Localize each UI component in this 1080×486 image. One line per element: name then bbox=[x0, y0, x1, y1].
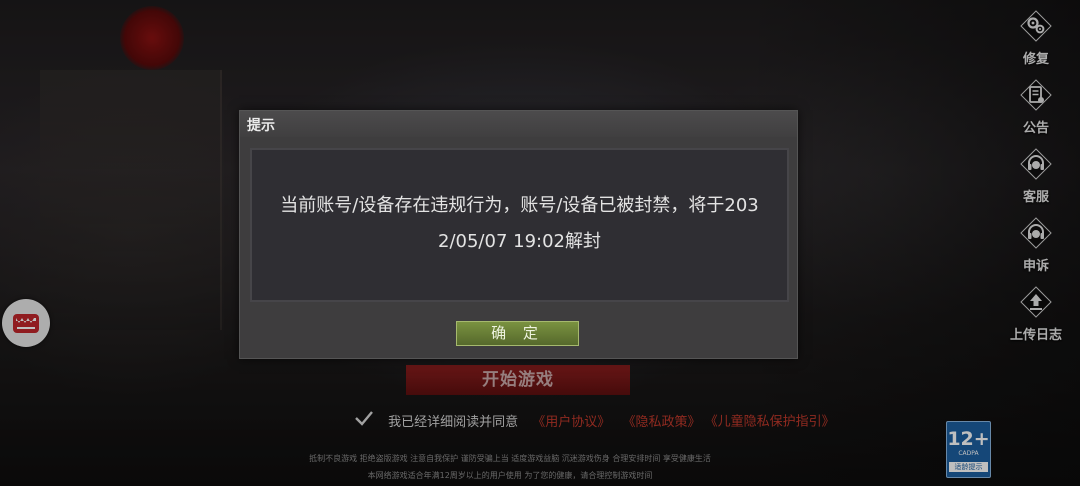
ban-notice-dialog: 提示 当前账号/设备存在违规行为，账号/设备已被封禁，将于203 2/05/07… bbox=[239, 110, 798, 359]
dialog-message: 当前账号/设备存在违规行为，账号/设备已被封禁，将于203 2/05/07 19… bbox=[252, 188, 787, 260]
dialog-message-box: 当前账号/设备存在违规行为，账号/设备已被封禁，将于203 2/05/07 19… bbox=[250, 148, 789, 302]
confirm-button[interactable]: 确 定 bbox=[456, 321, 579, 346]
dialog-header: 提示 bbox=[240, 111, 797, 137]
dialog-message-line2: 2/05/07 19:02解封 bbox=[438, 231, 601, 252]
dialog-title: 提示 bbox=[247, 118, 275, 134]
dialog-message-line1: 当前账号/设备存在违规行为，账号/设备已被封禁，将于203 bbox=[280, 195, 759, 216]
